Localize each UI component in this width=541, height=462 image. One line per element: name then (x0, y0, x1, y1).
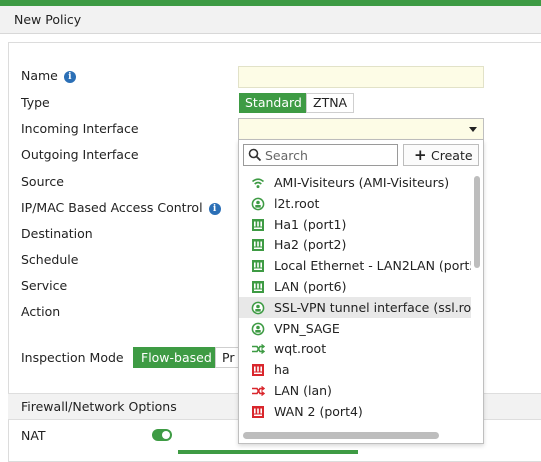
dropdown-item[interactable]: Local Ethernet - LAN2LAN (port5 (239, 255, 471, 276)
dropdown-item[interactable]: LAN (lan) (239, 380, 471, 401)
dropdown-item-label: ha (274, 362, 290, 378)
dropdown-item[interactable]: wqt.root (239, 338, 471, 359)
wifi-icon (251, 175, 265, 189)
port-down-icon (251, 404, 265, 418)
info-icon[interactable]: i (63, 71, 76, 83)
dropdown-item-label: Local Ethernet - LAN2LAN (port5 (274, 258, 471, 274)
vertical-scrollbar[interactable] (474, 176, 480, 268)
page-title: New Policy (14, 12, 82, 27)
outgoing-interface-label: Outgoing Interface (21, 147, 139, 162)
dropdown-item-label: AMI-Visiteurs (AMI-Visiteurs) (274, 175, 450, 190)
inspection-flow-based-button[interactable]: Flow-based (133, 347, 220, 368)
port-icon (251, 279, 265, 293)
create-button[interactable]: + Create (403, 144, 479, 166)
aggregate-icon (251, 383, 266, 397)
horizontal-scrollbar[interactable] (243, 432, 439, 439)
port-down-icon (251, 362, 265, 377)
nat-toggle[interactable] (152, 429, 172, 441)
name-input[interactable] (238, 66, 484, 88)
search-icon (248, 148, 262, 162)
dropdown-item[interactable]: WAN 2 (port4) (239, 401, 471, 422)
search-placeholder: Search (265, 148, 308, 163)
port-icon (251, 217, 265, 231)
source-label: Source (21, 174, 64, 189)
port-icon (251, 237, 265, 252)
dropdown-item[interactable]: LAN (port6) (239, 276, 471, 297)
dropdown-item[interactable]: AMI-Visiteurs (AMI-Visiteurs) (239, 172, 471, 193)
dropdown-item-label: WAN 2 (port4) (274, 403, 363, 419)
dropdown-item-label: VPN_SAGE (274, 320, 340, 336)
inspection-mode-label: Inspection Mode (21, 350, 124, 365)
dropdown-item-label: LAN (port6) (274, 279, 347, 294)
dropdown-item[interactable]: Ha1 (port1) (239, 214, 471, 235)
name-label-row: Name i (21, 68, 76, 83)
tunnel-icon (251, 300, 265, 315)
type-label: Type (21, 95, 50, 110)
nat-label: NAT (21, 428, 46, 443)
tunnel-icon (251, 196, 265, 211)
ipmac-access-control-label: IP/MAC Based Access Control (21, 200, 203, 215)
name-label: Name (21, 68, 58, 83)
type-standard-button[interactable]: Standard (239, 93, 308, 113)
port-icon (251, 258, 265, 273)
schedule-label: Schedule (21, 252, 79, 267)
dropdown-item[interactable]: VPN_SAGE (239, 318, 471, 339)
dropdown-item-label: l2t.root (274, 195, 320, 211)
destination-label: Destination (21, 226, 93, 241)
dropdown-item-label: Ha2 (port2) (274, 237, 347, 253)
dropdown-item-label: wqt.root (274, 341, 327, 357)
incoming-interface-select[interactable] (238, 118, 484, 140)
dropdown-item-label: SSL-VPN tunnel interface (ssl.root (274, 299, 471, 315)
type-ztna-button[interactable]: ZTNA (306, 93, 355, 113)
dropdown-item-label: LAN (lan) (274, 383, 332, 398)
dropdown-item[interactable]: Ha2 (port2) (239, 234, 471, 255)
caret-down-icon (469, 127, 477, 132)
title-bar: New Policy (0, 6, 541, 34)
action-label: Action (21, 304, 61, 319)
dropdown-item-label: Ha1 (port1) (274, 216, 347, 232)
bottom-accent-strip (178, 450, 358, 454)
dropdown-item[interactable]: SSL-VPN tunnel interface (ssl.root (239, 296, 471, 318)
section-title: Firewall/Network Options (21, 399, 177, 414)
service-label: Service (21, 278, 68, 293)
tunnel-icon (251, 321, 265, 335)
dropdown-item[interactable]: l2t.root (239, 193, 471, 214)
vdom-link-icon (251, 341, 266, 355)
ipmac-label-row: IP/MAC Based Access Control i (21, 200, 221, 215)
plus-icon: + (414, 146, 427, 164)
inspection-proxy-based-button[interactable]: Pr (215, 347, 239, 368)
incoming-interface-label: Incoming Interface (21, 121, 139, 136)
dropdown-item[interactable]: ha (239, 359, 471, 380)
info-icon[interactable]: i (208, 203, 221, 215)
dropdown-search-input[interactable]: Search (243, 144, 398, 166)
create-label: Create (431, 148, 473, 163)
